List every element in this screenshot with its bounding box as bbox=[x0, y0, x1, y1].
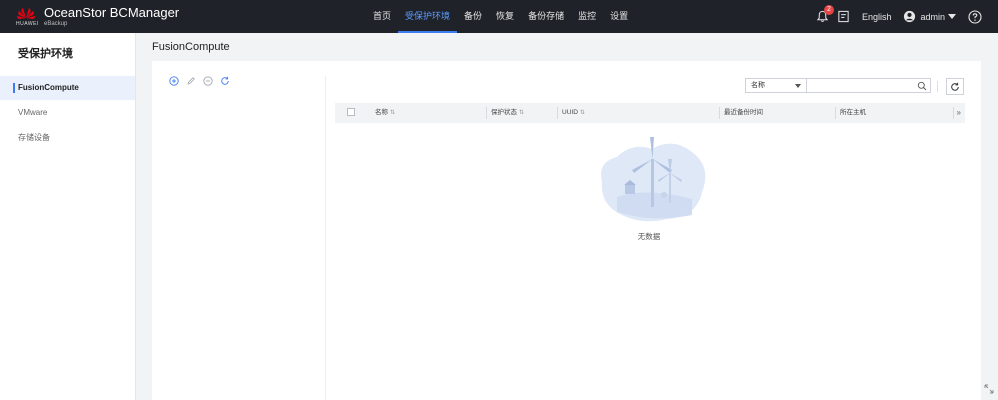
sidebar-title: 受保护环境 bbox=[18, 48, 73, 60]
column-separator[interactable] bbox=[557, 107, 558, 119]
logo-wordmark: HUAWEI bbox=[16, 21, 39, 27]
remove-button[interactable] bbox=[202, 75, 213, 86]
help-circle-icon bbox=[968, 9, 982, 24]
refresh-icon bbox=[951, 82, 959, 91]
empty-state-text: 无数据 bbox=[637, 232, 661, 241]
column-separator[interactable] bbox=[953, 107, 954, 119]
column-settings-icon[interactable]: » bbox=[957, 103, 961, 123]
sort-icon[interactable]: ⇅ bbox=[390, 110, 395, 116]
search-field-value: 名称 bbox=[751, 82, 765, 89]
sidebar: 受保护环境 FusionCompute VMware 存储设备 bbox=[0, 33, 136, 400]
column-label: 保护状态 bbox=[491, 109, 517, 116]
top-bar: HUAWEI OceanStor BCManager eBackup 首页 受保… bbox=[0, 0, 998, 33]
expand-arrows-icon[interactable] bbox=[983, 383, 995, 395]
language-switch[interactable]: English bbox=[862, 12, 892, 22]
select-all-checkbox[interactable] bbox=[347, 108, 355, 116]
edit-pencil-icon bbox=[186, 76, 195, 85]
nav-backup[interactable]: 备份 bbox=[457, 0, 489, 33]
add-button[interactable] bbox=[168, 75, 179, 86]
column-header-uuid[interactable]: UUID ⇅ bbox=[562, 103, 585, 123]
notifications-button[interactable]: 2 bbox=[816, 5, 834, 23]
column-label: UUID bbox=[562, 109, 578, 116]
nav-backup-storage[interactable]: 备份存储 bbox=[521, 0, 571, 33]
content-panel: 名称 名称 ⇅ 保护状态 ⇅ UUID ⇅ 最近备份时间 所在主机 » 无数据 bbox=[152, 61, 981, 400]
column-label: 名称 bbox=[375, 109, 388, 116]
notification-badge: 2 bbox=[823, 5, 834, 15]
user-menu[interactable]: admin bbox=[903, 10, 956, 23]
sort-icon[interactable]: ⇅ bbox=[580, 110, 585, 116]
column-header-name[interactable]: 名称 ⇅ bbox=[375, 103, 395, 123]
nav-settings[interactable]: 设置 bbox=[603, 0, 635, 33]
column-header-last-backup-time[interactable]: 最近备份时间 bbox=[724, 103, 763, 123]
search-icon[interactable] bbox=[917, 81, 927, 91]
sidebar-item-fusioncompute[interactable]: FusionCompute bbox=[0, 76, 135, 100]
document-list-icon bbox=[838, 10, 849, 23]
column-header-protection-status[interactable]: 保护状态 ⇅ bbox=[491, 103, 524, 123]
search-input[interactable] bbox=[811, 85, 911, 96]
column-header-host[interactable]: 所在主机 bbox=[840, 103, 866, 123]
caret-down-icon bbox=[948, 13, 956, 19]
filter-icon[interactable]: ⇅ bbox=[519, 110, 524, 116]
remove-circle-icon bbox=[202, 75, 213, 86]
nav-home[interactable]: 首页 bbox=[366, 0, 398, 33]
empty-state-illustration bbox=[601, 137, 706, 222]
product-subtitle: eBackup bbox=[44, 21, 68, 27]
username: admin bbox=[920, 11, 945, 22]
sidebar-item-vmware[interactable]: VMware bbox=[0, 101, 135, 125]
user-avatar-icon bbox=[904, 10, 916, 23]
page-title: FusionCompute bbox=[152, 41, 230, 53]
tasks-button[interactable] bbox=[837, 10, 850, 23]
edit-button[interactable] bbox=[185, 75, 196, 86]
column-separator[interactable] bbox=[486, 107, 487, 119]
refresh-icon bbox=[220, 76, 229, 85]
column-label: 最近备份时间 bbox=[724, 109, 763, 116]
column-separator[interactable] bbox=[835, 107, 836, 119]
header-actions: 2 English admin bbox=[816, 0, 982, 33]
sidebar-item-storage-device[interactable]: 存储设备 bbox=[0, 126, 135, 150]
nav-restore[interactable]: 恢复 bbox=[489, 0, 521, 33]
search-field-select[interactable]: 名称 bbox=[745, 78, 807, 93]
panel-divider bbox=[325, 76, 326, 400]
nav-protected-environment[interactable]: 受保护环境 bbox=[398, 0, 458, 33]
nav-monitor[interactable]: 监控 bbox=[571, 0, 603, 33]
toolbar-separator bbox=[937, 81, 938, 92]
table-header: 名称 ⇅ 保护状态 ⇅ UUID ⇅ 最近备份时间 所在主机 » bbox=[335, 103, 965, 123]
tree-toolbar bbox=[168, 75, 230, 86]
tree-refresh-button[interactable] bbox=[219, 75, 230, 86]
search-box bbox=[807, 78, 931, 96]
column-separator[interactable] bbox=[719, 107, 720, 119]
search-bar: 名称 bbox=[745, 78, 931, 96]
help-button[interactable] bbox=[968, 9, 982, 24]
caret-down-icon bbox=[795, 84, 801, 88]
add-circle-icon bbox=[168, 75, 179, 86]
table-refresh-button[interactable] bbox=[946, 78, 964, 95]
product-title: OceanStor BCManager bbox=[44, 5, 180, 20]
column-label: 所在主机 bbox=[840, 109, 866, 116]
main-nav: 首页 受保护环境 备份 恢复 备份存储 监控 设置 bbox=[366, 0, 635, 33]
